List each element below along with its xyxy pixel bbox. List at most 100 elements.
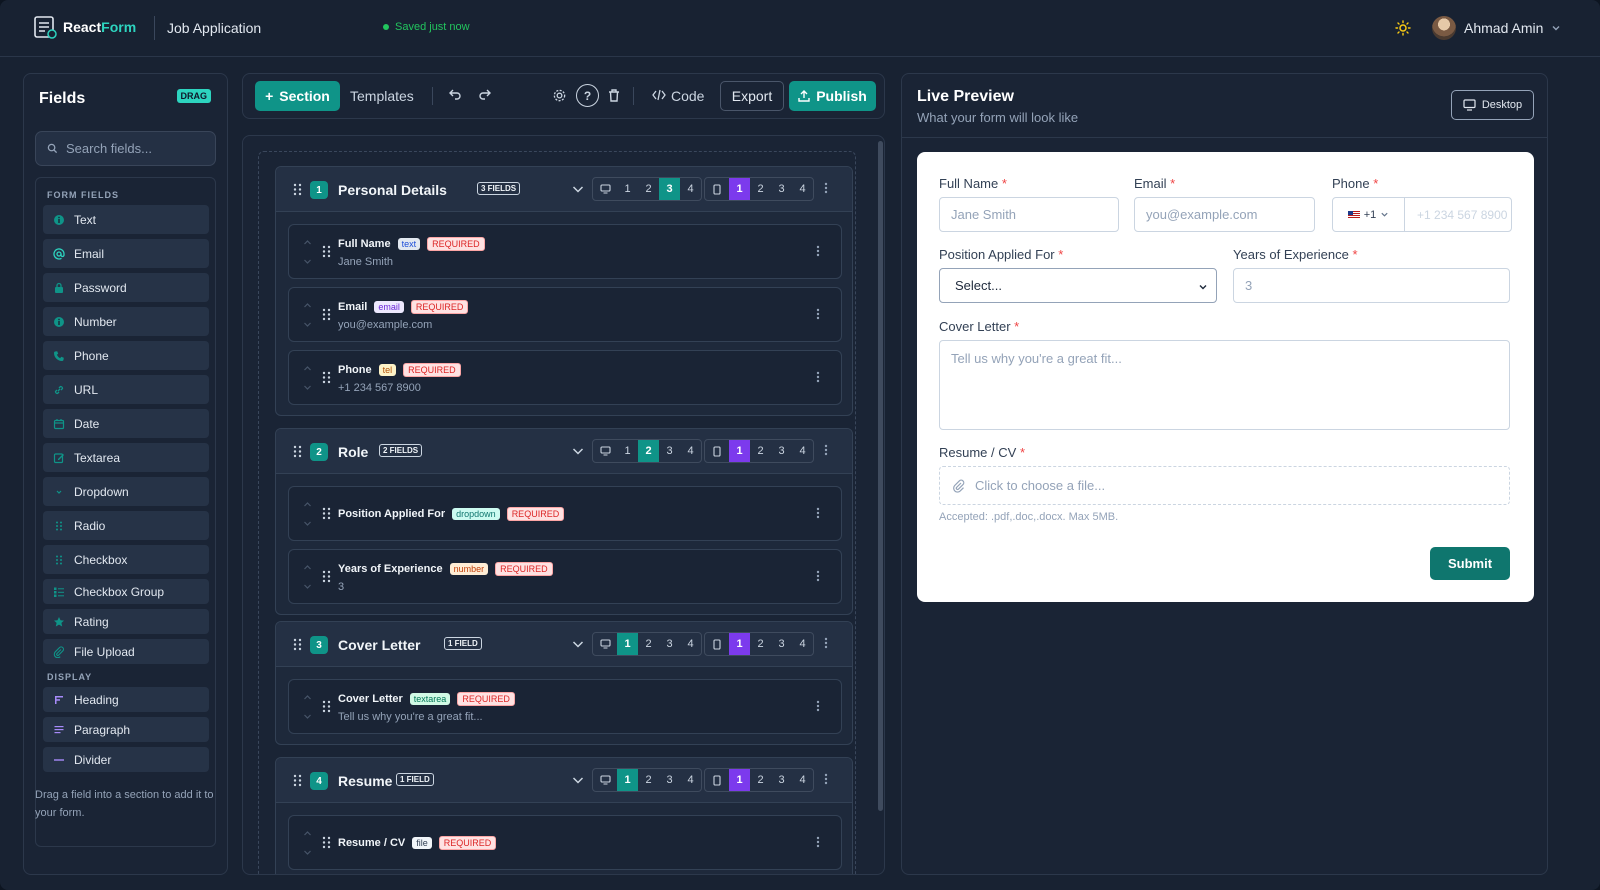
section-title[interactable]: Role xyxy=(338,444,368,460)
reorder-arrows[interactable] xyxy=(303,830,312,856)
field-type-password[interactable]: Password xyxy=(43,273,209,302)
drag-handle-icon[interactable] xyxy=(322,700,331,713)
field-type-file-upload[interactable]: File Upload xyxy=(43,639,209,664)
collapse-button[interactable] xyxy=(572,447,584,456)
mobile-columns-option[interactable]: 3 xyxy=(771,440,792,462)
drag-handle-icon[interactable] xyxy=(293,774,302,787)
redo-button[interactable] xyxy=(477,86,493,102)
position-select[interactable]: Select... xyxy=(939,268,1217,303)
code-button[interactable] xyxy=(652,89,666,101)
device-toggle-button[interactable]: Desktop xyxy=(1451,90,1534,120)
collapse-button[interactable] xyxy=(572,640,584,649)
reorder-arrows[interactable] xyxy=(303,694,312,720)
more-options-icon[interactable] xyxy=(824,182,828,194)
desktop-columns-option[interactable]: 2 xyxy=(638,769,659,791)
field-type-rating[interactable]: Rating xyxy=(43,609,209,634)
cover-letter-textarea[interactable]: Tell us why you're a great fit... xyxy=(939,340,1510,430)
section-title[interactable]: Personal Details xyxy=(338,182,447,198)
field-type-checkbox-group[interactable]: Checkbox Group xyxy=(43,579,209,604)
mobile-columns-option[interactable]: 2 xyxy=(750,178,771,200)
reorder-arrows[interactable] xyxy=(303,239,312,265)
more-options-icon[interactable] xyxy=(816,371,820,383)
full-name-input[interactable]: Jane Smith xyxy=(939,197,1119,232)
desktop-columns-option[interactable]: 2 xyxy=(638,178,659,200)
section-title[interactable]: Resume xyxy=(338,773,392,789)
mobile-columns-option[interactable]: 4 xyxy=(792,440,813,462)
undo-button[interactable] xyxy=(447,86,463,102)
experience-input[interactable]: 3 xyxy=(1233,268,1510,303)
mobile-columns-option[interactable]: 4 xyxy=(792,633,813,655)
field-type-divider[interactable]: Divider xyxy=(43,747,209,772)
field-type-number[interactable]: Number xyxy=(43,307,209,336)
field-type-radio[interactable]: Radio xyxy=(43,511,209,540)
desktop-columns-option[interactable]: 1 xyxy=(617,440,638,462)
settings-button[interactable] xyxy=(552,88,567,103)
mobile-columns-option[interactable]: 1 xyxy=(729,769,750,791)
desktop-columns-option[interactable]: 4 xyxy=(680,440,701,462)
desktop-columns-option[interactable]: 1 xyxy=(617,633,638,655)
field-card[interactable]: Resume / CV file REQUIRED xyxy=(288,815,842,870)
mobile-columns-option[interactable]: 2 xyxy=(750,440,771,462)
field-card[interactable]: Email email REQUIRED you@example.com xyxy=(288,287,842,342)
templates-button[interactable]: Templates xyxy=(350,88,414,104)
desktop-columns-option[interactable]: 2 xyxy=(638,440,659,462)
mobile-columns-option[interactable]: 1 xyxy=(729,178,750,200)
drag-handle-icon[interactable] xyxy=(293,183,302,196)
desktop-columns-option[interactable]: 3 xyxy=(659,440,680,462)
drag-handle-icon[interactable] xyxy=(322,836,331,849)
collapse-button[interactable] xyxy=(572,776,584,785)
publish-button[interactable]: Publish xyxy=(789,81,876,111)
field-type-textarea[interactable]: Textarea xyxy=(43,443,209,472)
export-button[interactable]: Export xyxy=(720,81,784,111)
more-options-icon[interactable] xyxy=(824,773,828,785)
desktop-columns-option[interactable]: 4 xyxy=(680,633,701,655)
file-upload-input[interactable]: Click to choose a file... xyxy=(939,466,1510,505)
field-type-email[interactable]: Email xyxy=(43,239,209,268)
desktop-columns-option[interactable]: 2 xyxy=(638,633,659,655)
submit-button[interactable]: Submit xyxy=(1430,547,1510,580)
drag-handle-icon[interactable] xyxy=(322,245,331,258)
desktop-columns-option[interactable]: 1 xyxy=(617,178,638,200)
drag-handle-icon[interactable] xyxy=(293,638,302,651)
reorder-arrows[interactable] xyxy=(303,365,312,391)
desktop-columns-option[interactable]: 4 xyxy=(680,769,701,791)
scrollbar[interactable] xyxy=(878,141,883,811)
field-type-date[interactable]: Date xyxy=(43,409,209,438)
collapse-button[interactable] xyxy=(572,185,584,194)
delete-button[interactable] xyxy=(607,88,621,103)
section-title[interactable]: Cover Letter xyxy=(338,637,420,653)
more-options-icon[interactable] xyxy=(816,836,820,848)
user-menu[interactable]: Ahmad Amin xyxy=(1432,16,1561,40)
mobile-columns-option[interactable]: 1 xyxy=(729,440,750,462)
drag-handle-icon[interactable] xyxy=(322,507,331,520)
code-label[interactable]: Code xyxy=(671,88,704,104)
mobile-columns-option[interactable]: 4 xyxy=(792,178,813,200)
more-options-icon[interactable] xyxy=(824,444,828,456)
field-card[interactable]: Position Applied For dropdown REQUIRED xyxy=(288,486,842,541)
reorder-arrows[interactable] xyxy=(303,302,312,328)
field-type-heading[interactable]: Heading xyxy=(43,687,209,712)
mobile-columns-option[interactable]: 3 xyxy=(771,633,792,655)
drag-handle-icon[interactable] xyxy=(322,308,331,321)
more-options-icon[interactable] xyxy=(816,308,820,320)
desktop-columns-option[interactable]: 4 xyxy=(680,178,701,200)
field-type-paragraph[interactable]: Paragraph xyxy=(43,717,209,742)
more-options-icon[interactable] xyxy=(816,700,820,712)
phone-input[interactable]: +1 234 567 8900 xyxy=(1405,198,1507,231)
desktop-columns-option[interactable]: 3 xyxy=(659,178,680,200)
more-options-icon[interactable] xyxy=(824,637,828,649)
drag-handle-icon[interactable] xyxy=(322,570,331,583)
document-title[interactable]: Job Application xyxy=(167,20,261,36)
field-type-text[interactable]: Text xyxy=(43,205,209,234)
field-type-phone[interactable]: Phone xyxy=(43,341,209,370)
field-card[interactable]: Full Name text REQUIRED Jane Smith xyxy=(288,224,842,279)
mobile-columns-option[interactable]: 3 xyxy=(771,178,792,200)
more-options-icon[interactable] xyxy=(816,245,820,257)
search-input[interactable] xyxy=(66,141,206,156)
logo[interactable]: ReactForm xyxy=(32,14,136,40)
mobile-columns-option[interactable]: 2 xyxy=(750,769,771,791)
add-section-button[interactable]: + Section xyxy=(255,81,340,111)
field-type-url[interactable]: URL xyxy=(43,375,209,404)
country-code-select[interactable]: +1 xyxy=(1333,198,1405,231)
field-card[interactable]: Years of Experience number REQUIRED 3 xyxy=(288,549,842,604)
